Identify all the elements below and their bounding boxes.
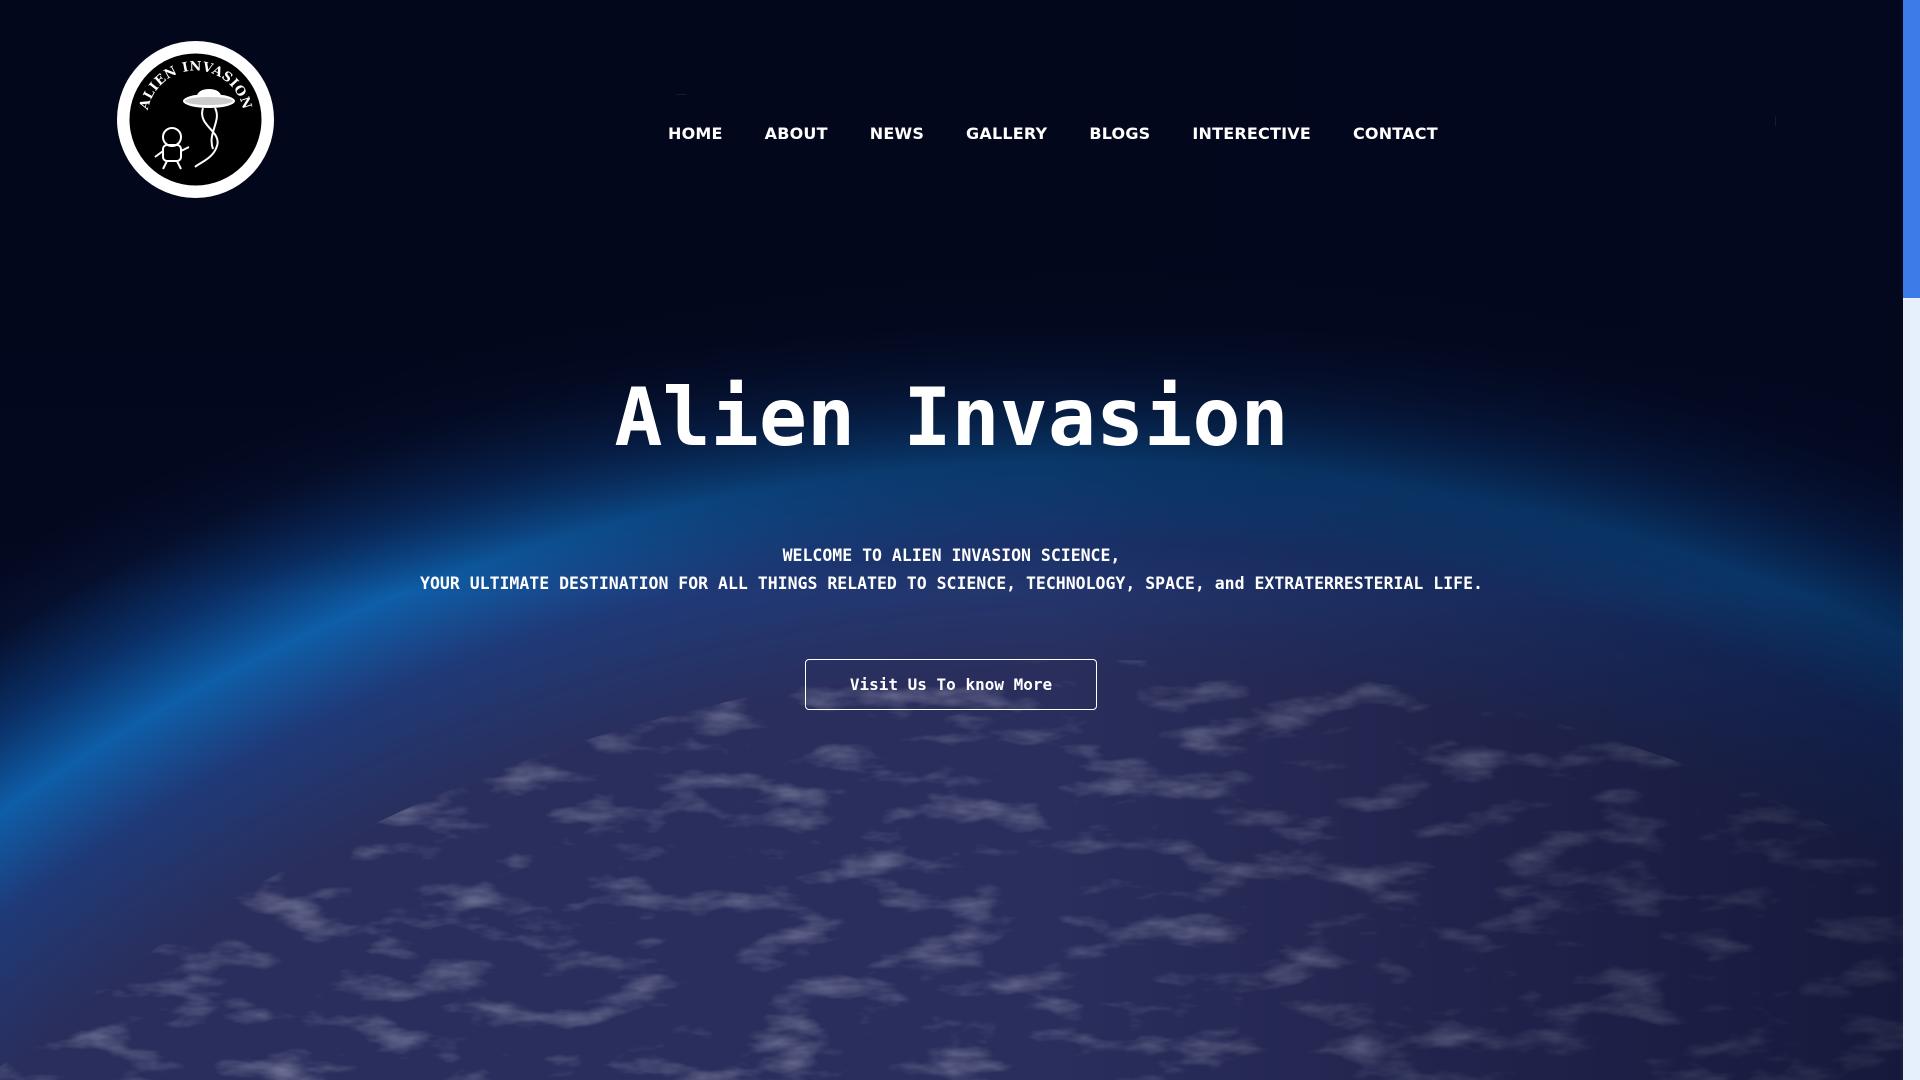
nav-item-home[interactable]: HOME	[668, 124, 723, 143]
nav-item-blogs[interactable]: BLOGS	[1089, 124, 1150, 143]
hero-subtitle-line-1: WELCOME TO ALIEN INVASION SCIENCE,	[782, 546, 1121, 565]
visit-us-button[interactable]: Visit Us To know More	[805, 659, 1097, 710]
nav-item-news[interactable]: NEWS	[870, 124, 924, 143]
nav-item-interective[interactable]: INTERECTIVE	[1192, 124, 1311, 143]
page-scrollbar[interactable]	[1903, 0, 1920, 1080]
hero-title: Alien Invasion	[614, 371, 1289, 464]
earth-from-space-background	[0, 0, 1903, 1080]
decorative-mark	[676, 94, 686, 101]
scrollbar-thumb[interactable]	[1903, 0, 1920, 298]
page: ALIEN INVASION HOME ABOUT NEWS GALLERY B…	[0, 0, 1920, 1080]
main-nav: HOME ABOUT NEWS GALLERY BLOGS INTERECTIV…	[668, 124, 1480, 143]
decorative-mark	[1775, 116, 1784, 126]
hero-subtitle: WELCOME TO ALIEN INVASION SCIENCE, YOUR …	[0, 542, 1903, 598]
site-logo[interactable]: ALIEN INVASION	[117, 41, 274, 198]
ufo-astronaut-logo-icon: ALIEN INVASION	[129, 53, 262, 186]
nav-item-about[interactable]: ABOUT	[765, 124, 828, 143]
hero-subtitle-line-2: YOUR ULTIMATE DESTINATION FOR ALL THINGS…	[420, 574, 1483, 593]
nav-item-contact[interactable]: CONTACT	[1353, 124, 1438, 143]
nav-item-gallery[interactable]: GALLERY	[966, 124, 1047, 143]
